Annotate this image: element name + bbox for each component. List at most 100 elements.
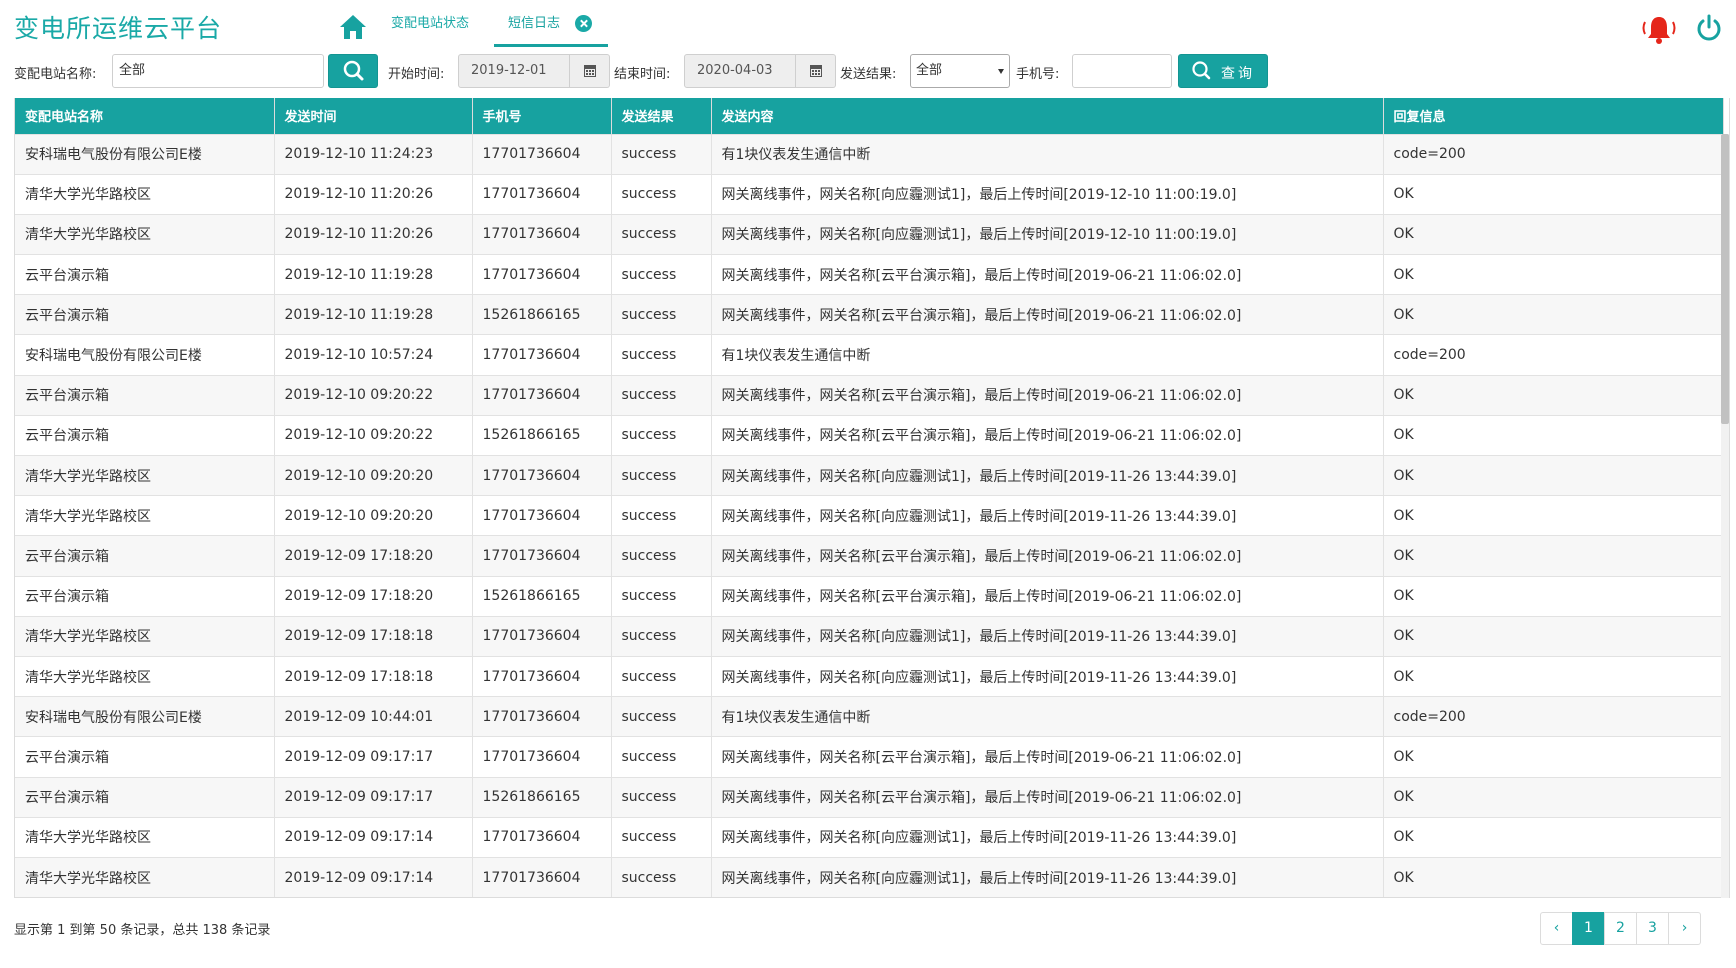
next-page-button[interactable]: › — [1668, 912, 1701, 945]
end-date-input[interactable]: 2020-04-03 — [684, 54, 796, 88]
reply-cell: OK — [1383, 454, 1724, 496]
table-row[interactable]: 云平台演示箱 2019-12-09 09:17:17 17701736604 succ… — [15, 736, 1724, 777]
bell-icon[interactable] — [1640, 14, 1678, 46]
station-name-cell: 清华大学光华路校区 — [15, 173, 275, 215]
start-date-input[interactable]: 2019-12-01 — [458, 54, 570, 88]
table-row[interactable]: 安科瑞电气股份有限公司E楼 2019-12-10 11:24:23 17701736… — [15, 133, 1724, 175]
table-row[interactable]: 清华大学光华路校区 2019-12-10 09:20:20 17701736604 s… — [15, 454, 1724, 496]
result-select[interactable]: 全部 — [910, 54, 1010, 88]
send-time-cell: 2019-12-10 11:19:28 — [274, 254, 473, 295]
send-time-cell: 2019-12-10 09:20:22 — [274, 414, 473, 456]
phone-label: 手机号: — [1016, 67, 1060, 82]
phone-cell: 17701736604 — [472, 615, 612, 657]
sms-log-table: 变配电站名称 发送时间 手机号 发送结果 发送内容 回复信息 安科瑞电气股份有限… — [14, 98, 1730, 898]
content-cell: 网关离线事件，网关名称[向应霾测试1]，最后上传时间[2019-12-10 11… — [711, 173, 1384, 215]
prev-page-button[interactable]: ‹ — [1540, 912, 1573, 945]
search-icon — [343, 60, 364, 81]
table-row[interactable]: 云平台演示箱 2019-12-10 11:19:28 17701736604 succ… — [15, 254, 1724, 295]
reply-cell: OK — [1383, 575, 1724, 617]
reply-cell: OK — [1383, 213, 1724, 255]
reply-cell: code=200 — [1383, 334, 1724, 376]
phone-cell: 15261866165 — [472, 294, 612, 335]
reply-cell: OK — [1383, 374, 1724, 416]
table-row[interactable]: 清华大学光华路校区 2019-12-10 11:20:26 17701736604 s… — [15, 173, 1724, 215]
column-header[interactable]: 手机号 — [472, 98, 612, 134]
phone-cell: 15261866165 — [472, 776, 612, 818]
table-row[interactable]: 云平台演示箱 2019-12-10 09:20:22 17701736604 succ… — [15, 374, 1724, 416]
reply-cell: OK — [1383, 535, 1724, 577]
send-result-cell: success — [611, 776, 712, 818]
phone-cell: 17701736604 — [472, 495, 612, 536]
tab-sms-log[interactable]: 短信日志 — [494, 0, 608, 47]
station-name-cell: 云平台演示箱 — [15, 776, 275, 818]
power-icon[interactable] — [1694, 13, 1724, 43]
send-result-cell: success — [611, 575, 712, 617]
table-row[interactable]: 云平台演示箱 2019-12-09 09:17:17 15261866165 succ… — [15, 776, 1724, 818]
content-cell: 网关离线事件，网关名称[云平台演示箱]，最后上传时间[2019-06-21 11… — [711, 776, 1384, 818]
reply-cell: OK — [1383, 736, 1724, 777]
chevron-down-icon — [998, 69, 1004, 74]
home-icon[interactable] — [338, 12, 368, 42]
table-row[interactable]: 安科瑞电气股份有限公司E楼 2019-12-09 10:44:01 17701736… — [15, 696, 1724, 737]
send-time-cell: 2019-12-09 09:17:17 — [274, 736, 473, 777]
reply-cell: OK — [1383, 254, 1724, 295]
column-header[interactable]: 发送内容 — [711, 98, 1384, 134]
query-button[interactable]: 查询 — [1178, 54, 1268, 88]
table-row[interactable]: 清华大学光华路校区 2019-12-09 09:17:14 17701736604 s… — [15, 816, 1724, 858]
send-time-cell: 2019-12-10 11:20:26 — [274, 173, 473, 215]
column-header[interactable]: 发送时间 — [274, 98, 473, 134]
table-header-row: 变配电站名称 发送时间 手机号 发送结果 发送内容 回复信息 — [15, 98, 1724, 134]
column-header[interactable]: 回复信息 — [1383, 98, 1724, 134]
table-row[interactable]: 云平台演示箱 2019-12-09 17:18:20 15261866165 succ… — [15, 575, 1724, 617]
send-result-cell: success — [611, 615, 712, 657]
table-row[interactable]: 清华大学光华路校区 2019-12-09 09:17:14 17701736604 s… — [15, 856, 1724, 897]
content-cell: 有1块仪表发生通信中断 — [711, 334, 1384, 376]
column-header[interactable]: 变配电站名称 — [15, 98, 275, 134]
send-result-cell: success — [611, 816, 712, 858]
table-scrollbar[interactable] — [1721, 134, 1729, 898]
station-search-button[interactable] — [328, 54, 378, 88]
scrollbar-thumb[interactable] — [1721, 134, 1729, 424]
table-row[interactable]: 清华大学光华路校区 2019-12-10 11:20:26 17701736604 s… — [15, 213, 1724, 255]
end-calendar-button[interactable] — [796, 54, 836, 88]
page-button-2[interactable]: 2 — [1604, 912, 1637, 945]
page-button-1[interactable]: 1 — [1572, 912, 1605, 945]
table-row[interactable]: 清华大学光华路校区 2019-12-09 17:18:18 17701736604 s… — [15, 615, 1724, 657]
table-row[interactable]: 云平台演示箱 2019-12-09 17:18:20 17701736604 succ… — [15, 535, 1724, 577]
reply-cell: code=200 — [1383, 133, 1724, 175]
phone-input[interactable] — [1072, 54, 1172, 88]
reply-cell: code=200 — [1383, 696, 1724, 737]
station-name-cell: 云平台演示箱 — [15, 736, 275, 777]
phone-cell: 17701736604 — [472, 454, 612, 496]
reply-cell: OK — [1383, 856, 1724, 897]
query-button-label: 查询 — [1221, 66, 1255, 82]
table-row[interactable]: 清华大学光华路校区 2019-12-10 09:20:20 17701736604 s… — [15, 495, 1724, 536]
content-cell: 网关离线事件，网关名称[云平台演示箱]，最后上传时间[2019-06-21 11… — [711, 414, 1384, 456]
table-row[interactable]: 安科瑞电气股份有限公司E楼 2019-12-10 10:57:24 17701736… — [15, 334, 1724, 376]
tab-sms-log-label: 短信日志 — [508, 16, 561, 31]
result-label: 发送结果: — [840, 67, 897, 82]
column-header[interactable]: 发送结果 — [611, 98, 712, 134]
table-row[interactable]: 云平台演示箱 2019-12-10 11:19:28 15261866165 succ… — [15, 294, 1724, 335]
phone-cell: 17701736604 — [472, 816, 612, 858]
phone-cell: 17701736604 — [472, 655, 612, 697]
station-input[interactable]: 全部 — [112, 54, 324, 88]
start-calendar-button[interactable] — [570, 54, 610, 88]
phone-cell: 15261866165 — [472, 575, 612, 617]
content-cell: 网关离线事件，网关名称[向应霾测试1]，最后上传时间[2019-12-10 11… — [711, 213, 1384, 255]
content-cell: 网关离线事件，网关名称[向应霾测试1]，最后上传时间[2019-11-26 13… — [711, 495, 1384, 536]
close-icon[interactable] — [575, 15, 592, 32]
content-cell: 网关离线事件，网关名称[向应霾测试1]，最后上传时间[2019-11-26 13… — [711, 454, 1384, 496]
send-result-cell: success — [611, 374, 712, 416]
table-row[interactable]: 云平台演示箱 2019-12-10 09:20:22 15261866165 succ… — [15, 414, 1724, 456]
content-cell: 有1块仪表发生通信中断 — [711, 696, 1384, 737]
tab-substation-status[interactable]: 变配电站状态 — [391, 0, 469, 48]
station-name-cell: 清华大学光华路校区 — [15, 856, 275, 897]
send-time-cell: 2019-12-09 09:17:17 — [274, 776, 473, 818]
station-name-cell: 清华大学光华路校区 — [15, 213, 275, 255]
page-button-3[interactable]: 3 — [1636, 912, 1669, 945]
content-cell: 网关离线事件，网关名称[云平台演示箱]，最后上传时间[2019-06-21 11… — [711, 254, 1384, 295]
station-name-cell: 清华大学光华路校区 — [15, 655, 275, 697]
send-result-cell: success — [611, 254, 712, 295]
table-row[interactable]: 清华大学光华路校区 2019-12-09 17:18:18 17701736604 s… — [15, 655, 1724, 697]
